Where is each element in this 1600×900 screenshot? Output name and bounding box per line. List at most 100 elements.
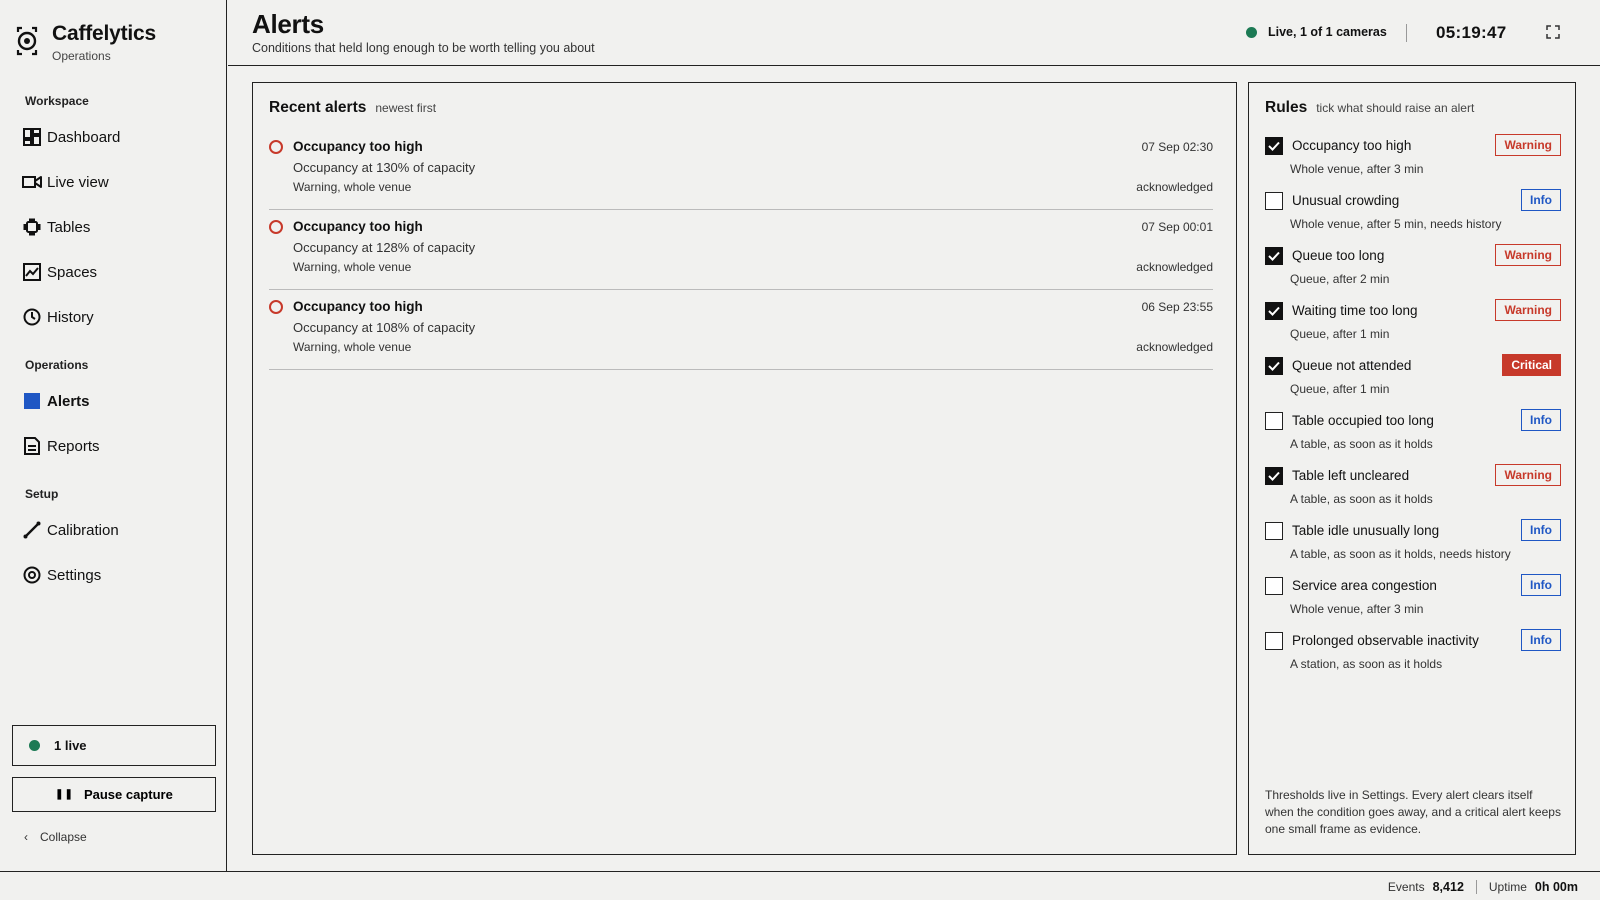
severity-badge: Info <box>1521 409 1561 431</box>
ruler-icon <box>22 520 42 540</box>
table-icon <box>22 217 42 237</box>
rule-name: Prolonged observable inactivity <box>1292 633 1479 648</box>
alert-row[interactable]: Occupancy too high Occupancy at 130% of … <box>269 130 1213 210</box>
pause-capture-label: Pause capture <box>83 787 173 802</box>
nav-label-spaces: Spaces <box>47 263 98 281</box>
alert-detail: Occupancy at 108% of capacity <box>293 320 476 335</box>
uptime-label: Uptime <box>1488 880 1527 894</box>
rule-row: Prolonged observable inactivity Info A sta… <box>1265 624 1561 680</box>
alert-title: Occupancy too high <box>293 219 423 234</box>
checkmark-icon <box>1268 141 1280 151</box>
rules-hint: tick what should raise an alert <box>1316 101 1475 115</box>
rules-header: Rules tick what should raise an alert <box>1265 99 1474 117</box>
nav-item-dashboard[interactable]: Dashboard <box>22 124 120 150</box>
video-camera-icon <box>22 172 42 192</box>
rule-row: Waiting time too long Warning Queue, after… <box>1265 294 1561 350</box>
pause-capture-button[interactable]: ❚❚ Pause capture <box>12 777 216 812</box>
rule-scope: A station, as soon as it holds <box>1290 657 1443 671</box>
alert-row[interactable]: Occupancy too high Occupancy at 108% of … <box>269 290 1213 370</box>
rule-name: Unusual crowding <box>1292 193 1400 208</box>
alert-status: acknowledged <box>1136 260 1213 274</box>
rules-panel: Rules tick what should raise an alert Oc… <box>1248 82 1576 855</box>
nav-item-live-view[interactable]: Live view <box>22 169 109 195</box>
nav-label-reports: Reports <box>47 437 100 455</box>
rule-row: Occupancy too high Warning Whole venue, af… <box>1265 129 1561 185</box>
alert-row[interactable]: Occupancy too high Occupancy at 128% of … <box>269 210 1213 290</box>
status-bar-stats: Events 8,412 Uptime 0h 00m <box>1388 880 1578 894</box>
dashboard-icon <box>22 127 42 147</box>
rule-name: Table left uncleared <box>1292 468 1410 483</box>
severity-badge: Info <box>1521 519 1561 541</box>
recent-alerts-header: Recent alerts newest first <box>269 99 436 117</box>
rule-checkbox[interactable] <box>1265 577 1283 595</box>
nav-label-alerts: Alerts <box>47 392 90 410</box>
nav-item-settings[interactable]: Settings <box>22 562 101 588</box>
nav-label-dashboard: Dashboard <box>47 128 121 146</box>
severity-badge: Warning <box>1495 134 1561 156</box>
pause-icon: ❚❚ <box>55 789 74 800</box>
severity-badge: Critical <box>1502 354 1561 376</box>
alert-meta: Warning, whole venue <box>293 180 412 194</box>
nav-label-tables: Tables <box>47 218 91 236</box>
camera-lens-icon <box>16 26 38 56</box>
checkmark-icon <box>1268 306 1280 316</box>
rule-row: Table idle unusually long Info A table, as… <box>1265 514 1561 570</box>
rule-checkbox[interactable] <box>1265 192 1283 210</box>
nav-label-settings: Settings <box>47 566 102 584</box>
nav-item-tables[interactable]: Tables <box>22 214 90 240</box>
nav-label-calibration: Calibration <box>47 521 119 539</box>
rule-checkbox[interactable] <box>1265 302 1283 320</box>
rule-checkbox[interactable] <box>1265 137 1283 155</box>
rule-checkbox[interactable] <box>1265 412 1283 430</box>
severity-badge: Warning <box>1495 244 1561 266</box>
fullscreen-icon[interactable] <box>1546 25 1560 39</box>
clock-icon <box>22 307 42 327</box>
rule-scope: Whole venue, after 5 min, needs history <box>1290 217 1502 231</box>
recent-alerts-panel: Recent alerts newest first Occupancy too… <box>252 82 1237 855</box>
settings-icon <box>22 565 42 585</box>
severity-badge: Info <box>1521 189 1561 211</box>
alert-title: Occupancy too high <box>293 299 423 314</box>
rule-row: Queue too long Warning Queue, after 2 min <box>1265 239 1561 295</box>
camera-status-label: Live, 1 of 1 cameras <box>1268 25 1387 39</box>
alert-meta: Warning, whole venue <box>293 340 412 354</box>
rule-scope: Whole venue, after 3 min <box>1290 602 1424 616</box>
rule-name: Queue too long <box>1292 248 1385 263</box>
rule-checkbox[interactable] <box>1265 522 1283 540</box>
nav-section-setup: Setup <box>25 487 59 501</box>
alert-time: 06 Sep 23:55 <box>1141 300 1213 314</box>
rule-checkbox[interactable] <box>1265 632 1283 650</box>
collapse-label: Collapse <box>40 830 87 844</box>
rule-row: Table occupied too long Info A table, as s… <box>1265 404 1561 460</box>
nav-item-history[interactable]: History <box>22 304 94 330</box>
nav-item-calibration[interactable]: Calibration <box>22 517 119 543</box>
nav-label-history: History <box>47 308 94 326</box>
rule-checkbox[interactable] <box>1265 357 1283 375</box>
rule-row: Queue not attended Critical Queue, after 1… <box>1265 349 1561 405</box>
rule-checkbox[interactable] <box>1265 467 1283 485</box>
rule-checkbox[interactable] <box>1265 247 1283 265</box>
camera-status: Live, 1 of 1 cameras <box>1246 25 1387 39</box>
severity-badge: Warning <box>1495 464 1561 486</box>
nav-item-alerts[interactable]: Alerts <box>22 388 90 414</box>
page-title: Alerts <box>252 9 324 39</box>
nav-item-reports[interactable]: Reports <box>22 433 100 459</box>
rule-row: Unusual crowding Info Whole venue, after 5… <box>1265 184 1561 240</box>
live-dot-icon <box>29 740 40 751</box>
severity-badge: Info <box>1521 574 1561 596</box>
recent-alerts-title: Recent alerts <box>269 99 367 116</box>
checkmark-icon <box>1268 251 1280 261</box>
alert-status: acknowledged <box>1136 180 1213 194</box>
document-icon <box>22 436 42 456</box>
live-count: 1 live <box>54 738 87 753</box>
nav-item-spaces[interactable]: Spaces <box>22 259 97 285</box>
rule-name: Waiting time too long <box>1292 303 1418 318</box>
events-count: 8,412 <box>1432 880 1464 894</box>
rules-title: Rules <box>1265 99 1308 116</box>
rule-scope: Whole venue, after 3 min <box>1290 162 1424 176</box>
collapse-sidebar-button[interactable]: ‹ Collapse <box>24 830 87 844</box>
page-header: Alerts Conditions that held long enough … <box>228 0 1600 66</box>
rule-scope: Queue, after 1 min <box>1290 327 1390 341</box>
live-indicator-icon <box>1246 26 1257 38</box>
app-subtitle: Operations <box>52 49 111 63</box>
